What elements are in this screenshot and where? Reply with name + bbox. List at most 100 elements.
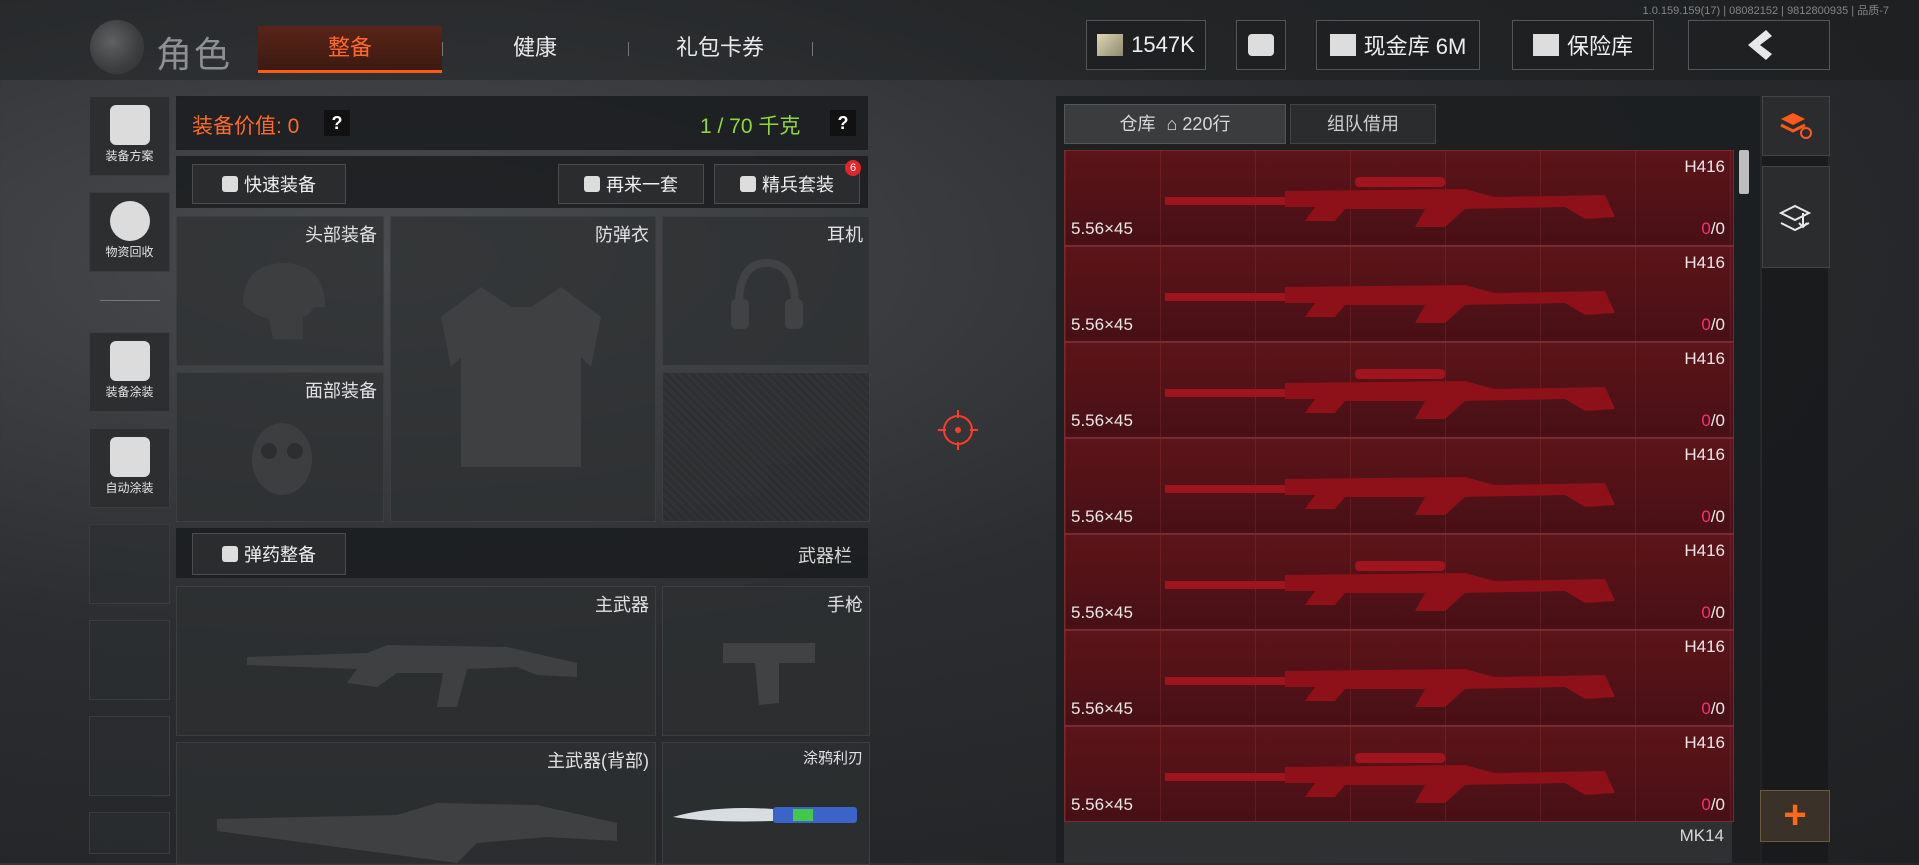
gas-mask-icon: [252, 423, 312, 495]
quick-equip-button[interactable]: 快速装备: [192, 164, 346, 204]
sidebar-divider: [100, 300, 160, 301]
item-name: H416: [1684, 349, 1725, 368]
warehouse-item[interactable]: H416 5.56×45 0/0: [1064, 630, 1734, 726]
primary-weapon-slot[interactable]: 主武器: [176, 586, 656, 736]
item-ammo: 5.56×45: [1071, 219, 1133, 238]
weight-help-button[interactable]: ?: [830, 110, 856, 136]
vest-icon: [441, 287, 601, 467]
sidebar-item-paint[interactable]: 装备涂装: [89, 332, 170, 412]
loadout-summary-bar: 装备价值: 0 ? 1 / 70 千克 ?: [176, 96, 868, 150]
item-name: H416: [1684, 541, 1725, 560]
warehouse-item[interactable]: H416 5.56×45 0/0: [1064, 726, 1734, 822]
item-count-max: /0: [1710, 603, 1725, 622]
item-count-max: /0: [1710, 507, 1725, 526]
butterfly-knife-icon: [673, 807, 857, 823]
recycle-icon: [109, 201, 150, 241]
melee-slot-label: 涂鸦利刃: [802, 750, 863, 767]
armor-slot-label: 防弹衣: [595, 225, 649, 245]
sidebar-item-auto-paint[interactable]: 自动涂装: [89, 428, 170, 508]
tab-warehouse[interactable]: 仓库 ⌂ 220行: [1064, 104, 1286, 144]
item-count: 0/0: [1701, 603, 1725, 623]
warehouse-item[interactable]: H416 5.56×45 0/0: [1064, 534, 1734, 630]
tab-health[interactable]: 健康: [460, 26, 610, 70]
helmet-gun-icon: [109, 105, 150, 145]
locked-slot: [662, 372, 870, 522]
pistol-slot[interactable]: 手枪: [662, 586, 870, 736]
sidebar-item-loadout-plan[interactable]: 装备方案: [89, 96, 170, 176]
add-button[interactable]: +: [1760, 790, 1830, 842]
item-count: 0/0: [1701, 795, 1725, 815]
melee-slot[interactable]: 涂鸦利刃: [662, 742, 870, 865]
elite-set-button[interactable]: 精兵套装: [714, 164, 860, 204]
item-count-max: /0: [1710, 699, 1725, 718]
ammo-prep-button[interactable]: 弹药整备: [192, 533, 346, 575]
pistol-icon: [723, 643, 815, 705]
sidebar-empty-slot: [89, 620, 170, 700]
face-slot[interactable]: 面部装备: [176, 372, 384, 522]
trader-button[interactable]: [1236, 20, 1286, 70]
sidebar-empty-slot: [89, 812, 170, 854]
rifle-icon: [1165, 561, 1615, 611]
currency-display[interactable]: 1547K: [1086, 20, 1206, 70]
safe-button[interactable]: 保险库: [1512, 20, 1654, 70]
currency-value: 1547K: [1131, 32, 1195, 57]
earphone-slot[interactable]: 耳机: [662, 216, 870, 366]
tab-team-borrow[interactable]: 组队借用: [1290, 104, 1436, 144]
tab-gift-cards[interactable]: 礼包卡券: [640, 26, 800, 70]
repeat-set-label: 再来一套: [606, 175, 678, 195]
rifle-icon: [1165, 477, 1615, 515]
repeat-set-button[interactable]: 再来一套: [558, 164, 704, 204]
armor-slot[interactable]: 防弹衣: [390, 216, 656, 522]
item-ammo: 5.56×45: [1071, 699, 1133, 718]
earphone-slot-label: 耳机: [827, 225, 863, 245]
sort-button[interactable]: [1762, 96, 1830, 156]
item-ammo: 5.56×45: [1071, 507, 1133, 526]
item-name: H416: [1684, 637, 1725, 656]
primary-back-slot[interactable]: 主武器(背部): [176, 742, 656, 865]
item-ammo: 5.56×45: [1071, 603, 1133, 622]
item-count: 0/0: [1701, 315, 1725, 335]
ammo-prep-label: 弹药整备: [244, 545, 316, 565]
cash-vault-button[interactable]: 现金库 6M: [1316, 20, 1480, 70]
item-count-current: 0: [1701, 795, 1711, 814]
item-ammo: 5.56×45: [1071, 315, 1133, 334]
primary-back-label: 主武器(背部): [547, 751, 649, 771]
warehouse-scrollbar[interactable]: [1739, 150, 1749, 194]
tab-divider: [812, 42, 813, 56]
warehouse-item[interactable]: H416 5.56×45 0/0: [1064, 246, 1734, 342]
item-count: 0/0: [1701, 507, 1725, 527]
primary-weapon-label: 主武器: [595, 595, 649, 615]
elite-set-label: 精兵套装: [762, 175, 834, 195]
warehouse-item[interactable]: H416 5.56×45 0/0: [1064, 438, 1734, 534]
tab-divider: [628, 42, 629, 56]
item-ammo: 5.56×45: [1071, 795, 1133, 814]
head-slot[interactable]: 头部装备: [176, 216, 384, 366]
item-name: H416: [1684, 157, 1725, 176]
layers-download-icon: [1778, 204, 1812, 232]
sidebar-item-recycle[interactable]: 物资回收: [89, 192, 170, 272]
sidebar-item-label: 自动涂装: [105, 481, 154, 495]
item-ammo: 5.56×45: [1071, 411, 1133, 430]
sidebar-empty-slot: [89, 716, 170, 796]
home-icon: ⌂: [1166, 114, 1178, 134]
tab-equip[interactable]: 整备: [258, 26, 442, 73]
back-button[interactable]: [1688, 20, 1830, 70]
cash-icon: [1097, 34, 1124, 56]
item-count-current: 0: [1701, 603, 1711, 622]
rifle-silhouette-icon: [247, 645, 577, 707]
warehouse-item[interactable]: H416 5.56×45 0/0: [1064, 342, 1734, 438]
rifle-icon: [1165, 369, 1615, 419]
vault-icon: [1329, 34, 1356, 56]
head-slot-label: 头部装备: [305, 225, 377, 245]
trader-icon: [1248, 34, 1274, 56]
warehouse-item[interactable]: H416 5.56×45 0/0: [1064, 150, 1734, 246]
item-count-current: 0: [1701, 315, 1711, 334]
safe-icon: [1532, 34, 1559, 56]
item-count-max: /0: [1710, 411, 1725, 430]
warehouse-item-partial[interactable]: MK14: [1064, 822, 1732, 863]
sidebar-empty-slot: [89, 524, 170, 604]
value-help-button[interactable]: ?: [324, 110, 350, 136]
store-all-button[interactable]: [1762, 166, 1830, 268]
item-name: MK14: [1679, 826, 1724, 845]
page-title: 角色: [156, 34, 233, 75]
